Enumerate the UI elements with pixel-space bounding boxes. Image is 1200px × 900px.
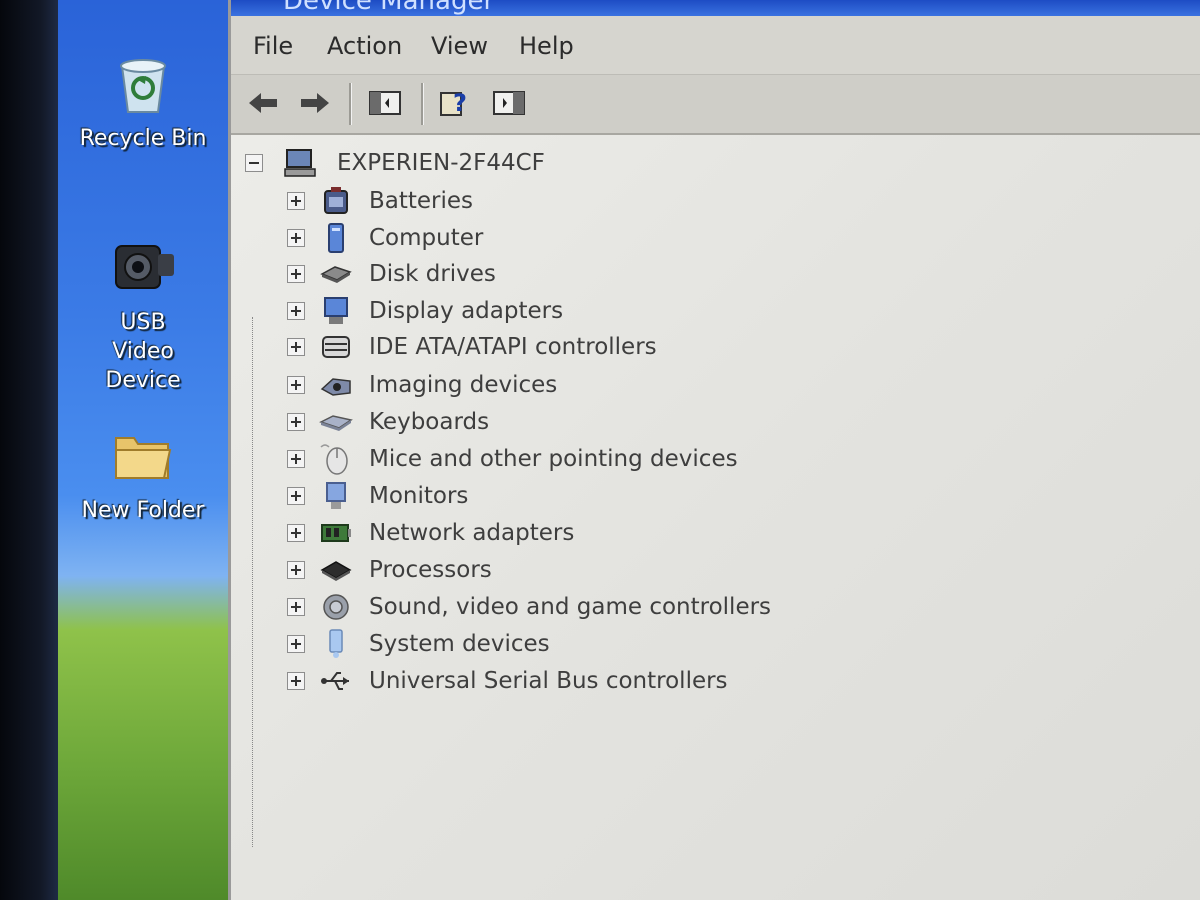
title-bar[interactable]: Device Manager bbox=[231, 0, 1200, 16]
svg-text:?: ? bbox=[453, 89, 467, 117]
category-label: Mice and other pointing devices bbox=[369, 446, 738, 472]
toolbar-separator bbox=[349, 83, 352, 125]
battery-icon bbox=[319, 185, 353, 217]
device-tree: EXPERIEN-2F44CF Batteries Computer Disk … bbox=[231, 135, 1200, 900]
screen-bezel bbox=[0, 0, 58, 900]
category-label: IDE ATA/ATAPI controllers bbox=[369, 334, 657, 360]
category-label: System devices bbox=[369, 631, 550, 657]
tree-connector-line bbox=[252, 317, 253, 847]
expand-toggle[interactable] bbox=[287, 487, 305, 505]
expand-toggle[interactable] bbox=[287, 192, 305, 210]
expand-toggle[interactable] bbox=[287, 524, 305, 542]
desktop-icon-label: USB Video Device bbox=[105, 310, 181, 393]
expand-toggle[interactable] bbox=[287, 672, 305, 690]
network-card-icon bbox=[319, 517, 353, 549]
folder-icon bbox=[108, 420, 178, 490]
desktop-icon-usb-video-device[interactable]: USB Video Device bbox=[58, 232, 228, 395]
desktop-icon-recycle-bin[interactable]: Recycle Bin bbox=[58, 48, 228, 153]
window-title: Device Manager bbox=[283, 0, 495, 16]
computer-icon bbox=[319, 222, 353, 254]
category-label: Batteries bbox=[369, 188, 474, 214]
webcam-icon bbox=[108, 232, 178, 302]
expand-toggle[interactable] bbox=[287, 376, 305, 394]
category-label: Display adapters bbox=[369, 298, 564, 324]
category-label: Processors bbox=[369, 557, 492, 583]
desktop: Recycle Bin USB Video Device New Folder bbox=[58, 0, 228, 900]
mouse-icon bbox=[319, 443, 353, 475]
device-manager-window: Device Manager File Action View Help ? E… bbox=[228, 0, 1200, 900]
toolbar-separator bbox=[421, 83, 424, 125]
menu-action[interactable]: Action bbox=[327, 32, 402, 60]
menu-view[interactable]: View bbox=[431, 32, 488, 60]
speaker-icon bbox=[319, 591, 353, 623]
expand-toggle[interactable] bbox=[287, 229, 305, 247]
display-adapter-icon bbox=[319, 295, 353, 327]
category-label: Imaging devices bbox=[369, 372, 558, 398]
category-label: Computer bbox=[369, 225, 484, 251]
show-hide-console-tree-icon[interactable] bbox=[367, 87, 403, 119]
expand-toggle[interactable] bbox=[287, 265, 305, 283]
expand-toggle[interactable] bbox=[287, 561, 305, 579]
help-icon[interactable]: ? bbox=[437, 87, 473, 119]
monitor-icon bbox=[319, 480, 353, 512]
ide-controller-icon bbox=[319, 331, 353, 363]
expand-toggle[interactable] bbox=[287, 598, 305, 616]
collapse-toggle[interactable] bbox=[245, 154, 263, 172]
menu-file[interactable]: File bbox=[253, 32, 293, 60]
menu-bar: File Action View Help bbox=[231, 16, 1200, 75]
desktop-icon-label: New Folder bbox=[81, 498, 205, 523]
category-label: Network adapters bbox=[369, 520, 575, 546]
toolbar: ? bbox=[231, 75, 1200, 135]
camera-icon bbox=[319, 369, 353, 401]
expand-toggle[interactable] bbox=[287, 413, 305, 431]
computer-icon bbox=[283, 147, 317, 179]
properties-pane-icon[interactable] bbox=[491, 87, 527, 119]
recycle-bin-icon bbox=[108, 48, 178, 118]
category-label: Monitors bbox=[369, 483, 469, 509]
menu-help[interactable]: Help bbox=[519, 32, 574, 60]
processor-icon bbox=[319, 554, 353, 586]
expand-toggle[interactable] bbox=[287, 450, 305, 468]
expand-toggle[interactable] bbox=[287, 302, 305, 320]
keyboard-icon bbox=[319, 406, 353, 438]
category-label: Disk drives bbox=[369, 261, 496, 287]
system-device-icon bbox=[319, 628, 353, 660]
usb-icon bbox=[319, 665, 353, 697]
desktop-icon-label: Recycle Bin bbox=[79, 126, 207, 151]
back-arrow-icon[interactable] bbox=[245, 87, 281, 119]
disk-drive-icon bbox=[319, 258, 353, 290]
category-label: Keyboards bbox=[369, 409, 490, 435]
desktop-icon-new-folder[interactable]: New Folder bbox=[58, 420, 228, 525]
forward-arrow-icon[interactable] bbox=[297, 87, 333, 119]
category-label: Universal Serial Bus controllers bbox=[369, 668, 728, 694]
expand-toggle[interactable] bbox=[287, 635, 305, 653]
expand-toggle[interactable] bbox=[287, 338, 305, 356]
category-label: Sound, video and game controllers bbox=[369, 594, 772, 620]
computer-name: EXPERIEN-2F44CF bbox=[337, 150, 545, 176]
